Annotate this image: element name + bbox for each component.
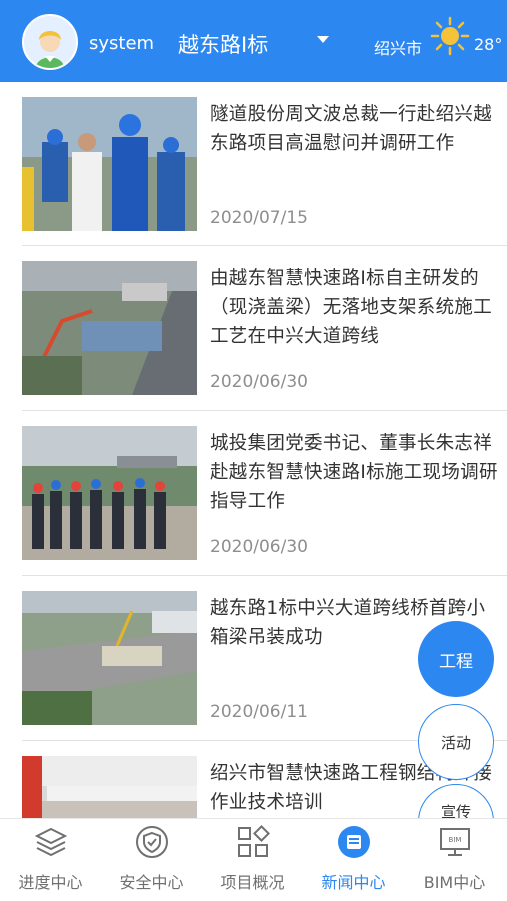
tab-news[interactable]: 新闻中心: [303, 819, 404, 901]
news-date: 2020/06/11: [210, 702, 308, 722]
news-item[interactable]: 隧道股份周文波总裁一行赴绍兴越东路项目高温慰问并调研工作 2020/07/15: [22, 82, 507, 245]
news-title[interactable]: 城投集团党委书记、董事长朱志祥赴越东智慧快速路I标施工现场调研指导工作: [210, 429, 498, 516]
tab-progress[interactable]: 进度中心: [0, 819, 101, 901]
username: system: [89, 33, 155, 54]
news-title[interactable]: 隧道股份周文波总裁一行赴绍兴越东路项目高温慰问并调研工作: [210, 100, 498, 158]
news-list: 隧道股份周文波总裁一行赴绍兴越东路项目高温慰问并调研工作 2020/07/15 …: [0, 82, 507, 818]
bim-monitor-icon: BIM: [438, 825, 472, 859]
activity-fab[interactable]: 活动: [418, 704, 494, 780]
tab-safety[interactable]: 安全中心: [101, 819, 202, 901]
chevron-down-icon[interactable]: [317, 36, 329, 43]
temperature: 28°: [474, 35, 503, 54]
grid-icon: [236, 825, 270, 859]
news-icon: [337, 825, 371, 859]
bottom-tab-bar: 进度中心 安全中心 项目概况 新闻中心 BIM BIM中心: [0, 818, 507, 901]
news-item[interactable]: 由越东智慧快速路I标自主研发的（现浇盖梁）无落地支架系统施工工艺在中兴大道跨线 …: [22, 246, 507, 409]
app-header: system 越东路I标 绍兴市 28°: [0, 0, 507, 82]
news-title[interactable]: 由越东智慧快速路I标自主研发的（现浇盖梁）无落地支架系统施工工艺在中兴大道跨线: [210, 264, 498, 351]
news-thumbnail: [22, 97, 197, 231]
news-thumbnail: [22, 426, 197, 560]
tab-label: 安全中心: [119, 873, 184, 892]
tab-label: 进度中心: [18, 873, 83, 892]
layers-icon: [34, 825, 68, 859]
tab-label: 新闻中心: [321, 873, 386, 892]
shield-icon: [135, 825, 169, 859]
news-thumbnail: [22, 591, 197, 725]
tab-label: BIM中心: [423, 873, 486, 892]
engineering-fab-label: 工程: [439, 651, 473, 672]
project-selector[interactable]: 越东路I标: [178, 29, 268, 59]
tab-label: 项目概况: [220, 873, 285, 892]
sun-icon: [430, 16, 470, 56]
news-item[interactable]: 城投集团党委书记、董事长朱志祥赴越东智慧快速路I标施工现场调研指导工作 2020…: [22, 411, 507, 574]
svg-text:BIM: BIM: [449, 836, 462, 844]
activity-fab-label: 活动: [440, 733, 471, 752]
news-date: 2020/06/30: [210, 537, 308, 557]
tab-bim[interactable]: BIM BIM中心: [404, 819, 505, 901]
tab-project-overview[interactable]: 项目概况: [202, 819, 303, 901]
city-label[interactable]: 绍兴市: [374, 35, 422, 59]
news-thumbnail: [22, 756, 197, 818]
engineering-fab[interactable]: 工程: [418, 621, 494, 697]
avatar[interactable]: [22, 14, 78, 70]
news-date: 2020/07/15: [210, 208, 308, 228]
news-thumbnail: [22, 261, 197, 395]
news-date: 2020/06/30: [210, 372, 308, 392]
